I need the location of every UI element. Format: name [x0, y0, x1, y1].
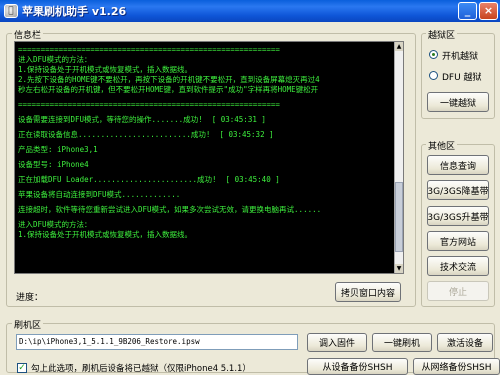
one-click-jailbreak-button[interactable]: 一键越狱: [427, 92, 489, 112]
info-query-button[interactable]: 信息查询: [427, 155, 489, 175]
console-line: 设备型号: iPhone4: [18, 160, 89, 169]
progress-label: 进度：: [16, 293, 44, 303]
other-panel-label: 其他区: [426, 139, 458, 152]
close-button[interactable]: ×: [479, 2, 498, 20]
console-line: 连接超时，软件等待您重新尝试进入DFU模式，如果多次尝试无效，请更换电脑再试..…: [18, 205, 322, 214]
console-line: ========================================…: [18, 100, 280, 109]
dfu-jailbreak-label[interactable]: DFU 越狱: [442, 70, 482, 83]
jailbreak-panel-label: 越狱区: [426, 28, 458, 41]
official-website-button[interactable]: 官方网站: [427, 231, 489, 251]
console-line: 苹果设备将自动连接到DFU模式.............: [18, 190, 181, 199]
info-panel-label: 信息栏: [12, 28, 44, 41]
console-line: 产品类型: iPhone3,1: [18, 145, 98, 154]
scroll-down-arrow-icon[interactable]: ▼: [395, 264, 403, 273]
copy-window-content-button[interactable]: 拷贝窗口内容: [335, 282, 401, 302]
console-line: 进入DFU模式的方法：: [18, 220, 92, 229]
tech-exchange-button[interactable]: 技术交流: [427, 256, 489, 276]
console-line: 秒左右松开设备的开机键，但不要松开HOME键，直到软件提示"成功"字样再将HOM…: [18, 85, 319, 94]
activate-device-button[interactable]: 激活设备: [437, 333, 493, 352]
baseband-upgrade-button[interactable]: 3G/3GS升基带: [427, 206, 489, 226]
log-text: ========================================…: [18, 45, 393, 270]
console-line: 设备需要连接到DFU模式，等待您的操作.......成功! [ 03:45:31…: [18, 115, 266, 124]
backup-shsh-from-network-button[interactable]: 从网络备份SHSH: [413, 358, 500, 375]
scroll-up-arrow-icon[interactable]: ▲: [395, 42, 403, 51]
import-firmware-button[interactable]: 调入固件: [307, 333, 367, 352]
one-click-flash-button[interactable]: 一键刷机: [372, 333, 432, 352]
boot-jailbreak-label[interactable]: 开机越狱: [442, 49, 478, 62]
console-line: 进入DFU模式的方法：: [18, 55, 92, 64]
flash-panel-label: 刷机区: [12, 318, 44, 331]
backup-shsh-from-device-button[interactable]: 从设备备份SHSH: [307, 358, 408, 375]
console-line: 1.保持设备处于开机模式或恢复模式，插入数据线。: [18, 65, 193, 74]
console-line: 正在加载DFU Loader.......................成功!…: [18, 175, 280, 184]
console-scrollbar[interactable]: ▲ ▼: [394, 42, 403, 273]
console-line: ========================================…: [18, 45, 280, 54]
baseband-downgrade-button[interactable]: 3G/3GS降基带: [427, 180, 489, 200]
console-line: 2.先按下设备的HOME键不要松开，再按下设备的开机键不要松开，直到设备屏幕熄灭…: [18, 75, 320, 84]
console-line: 1.保持设备处于开机模式或恢复模式，插入数据线。: [18, 230, 193, 239]
minimize-button[interactable]: _: [458, 2, 477, 20]
jailbreak-after-flash-label[interactable]: 勾上此选项，刷机后设备将已越狱（仅限iPhone4 5.1.1）: [31, 362, 251, 374]
log-console[interactable]: ========================================…: [14, 41, 404, 274]
title-bar:  苹果刷机助手 v1.26 _ ×: [0, 0, 500, 22]
window-title: 苹果刷机助手 v1.26: [22, 5, 127, 18]
apple-app-icon: : [4, 4, 18, 18]
scroll-thumb[interactable]: [395, 182, 403, 252]
firmware-path-input[interactable]: D:\ip\iPhone3,1_5.1.1_9B206_Restore.ipsw: [16, 334, 298, 350]
stop-button[interactable]: 停止: [427, 281, 489, 301]
console-line: 正在读取设备信息.........................成功! [ 0…: [18, 130, 274, 139]
boot-jailbreak-radio[interactable]: [429, 50, 438, 59]
dfu-jailbreak-radio[interactable]: [429, 71, 438, 80]
jailbreak-after-flash-checkbox[interactable]: ✓: [17, 363, 27, 373]
